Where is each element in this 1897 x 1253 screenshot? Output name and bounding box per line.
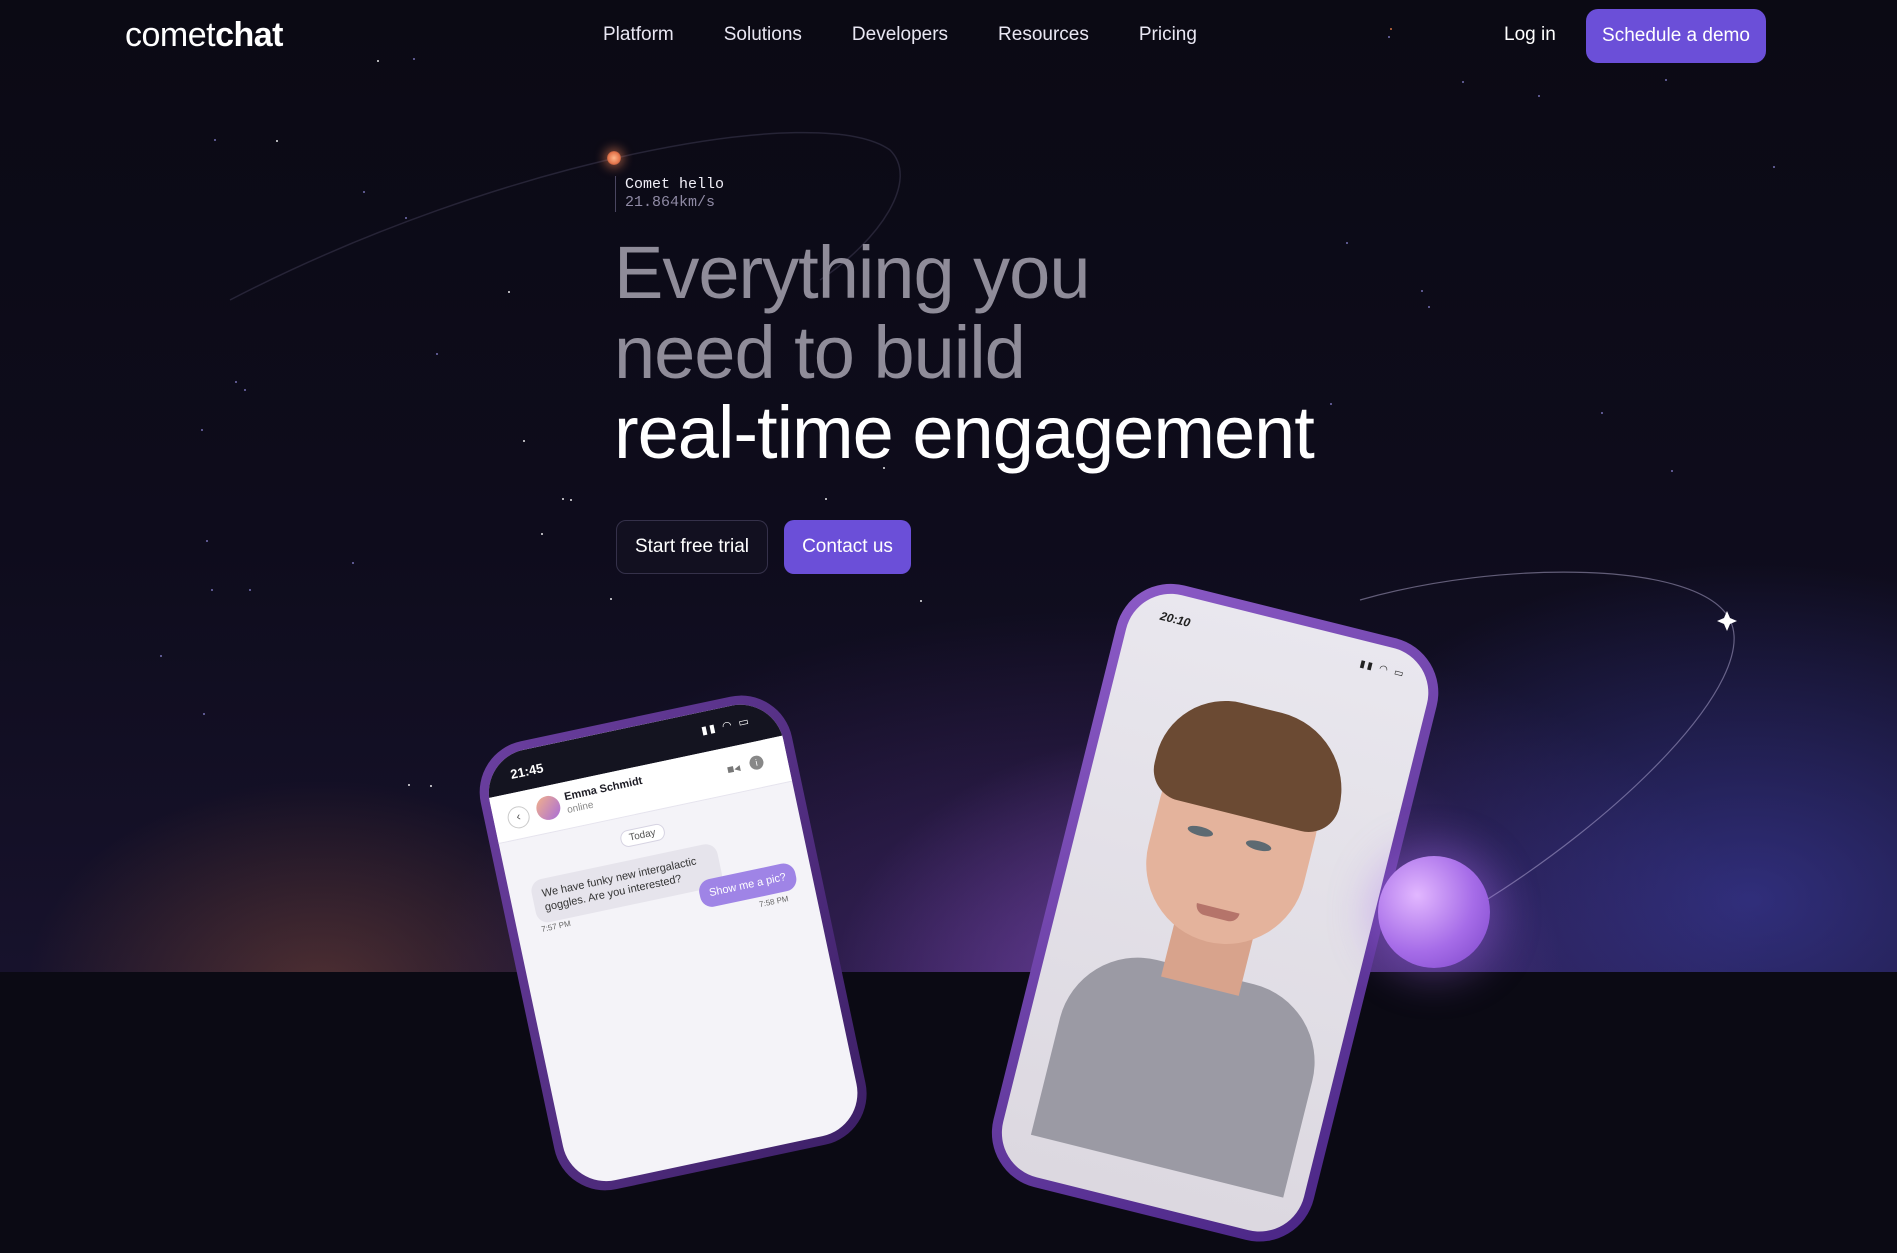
nav-item-platform[interactable]: Platform [603, 24, 674, 46]
comet-icon [607, 151, 621, 165]
comet-name: Comet hello [625, 176, 725, 193]
top-navigation: cometchat Platform Solutions Developers … [0, 0, 1897, 72]
contact-name: Emma Schmidt [563, 774, 644, 804]
logo-text-bold: chat [215, 16, 284, 54]
comet-label: Comet hello 21.864km/s [615, 176, 724, 212]
video-call-person [1029, 681, 1378, 1241]
start-free-trial-button[interactable]: Start free trial [616, 520, 768, 574]
nav-item-developers[interactable]: Developers [852, 24, 948, 46]
hero-headline: Everything you need to build real-time e… [614, 231, 1315, 474]
hero-line-2: need to build [614, 311, 1026, 394]
back-icon: ‹ [505, 804, 532, 831]
date-chip: Today [618, 822, 667, 849]
hero-line-3: real-time engagement [614, 391, 1315, 474]
avatar [534, 793, 563, 823]
nav-item-pricing[interactable]: Pricing [1139, 24, 1197, 46]
planet-icon [1378, 856, 1490, 968]
contact-us-button[interactable]: Contact us [784, 520, 911, 574]
message-time: 7:58 PM [758, 894, 790, 910]
schedule-demo-button[interactable]: Schedule a demo [1586, 9, 1766, 63]
message-bubble-incoming: We have funky new intergalactic goggles.… [529, 842, 725, 925]
video-call-icon: ■◂ [725, 760, 742, 777]
main-menu: Platform Solutions Developers Resources … [603, 24, 1247, 46]
sparkle-icon [1717, 611, 1737, 631]
nav-item-resources[interactable]: Resources [998, 24, 1089, 46]
comet-speed: 21.864km/s [625, 194, 716, 211]
info-icon: i [748, 754, 765, 771]
cometchat-logo[interactable]: cometchat [125, 16, 284, 55]
orbit-lines [229, 131, 1737, 911]
chat-phone-time: 21:45 [509, 760, 545, 782]
login-link[interactable]: Log in [1504, 24, 1556, 46]
video-phone-time: 20:10 [1158, 608, 1192, 630]
logo-text-light: comet [125, 16, 216, 54]
signal-icon: ▮▮ ◠ ▭ [700, 715, 752, 738]
battery-icon: ▮▮ ◠ ▭ [1358, 658, 1407, 681]
hero-line-1: Everything you [614, 231, 1090, 314]
nav-item-solutions[interactable]: Solutions [724, 24, 802, 46]
